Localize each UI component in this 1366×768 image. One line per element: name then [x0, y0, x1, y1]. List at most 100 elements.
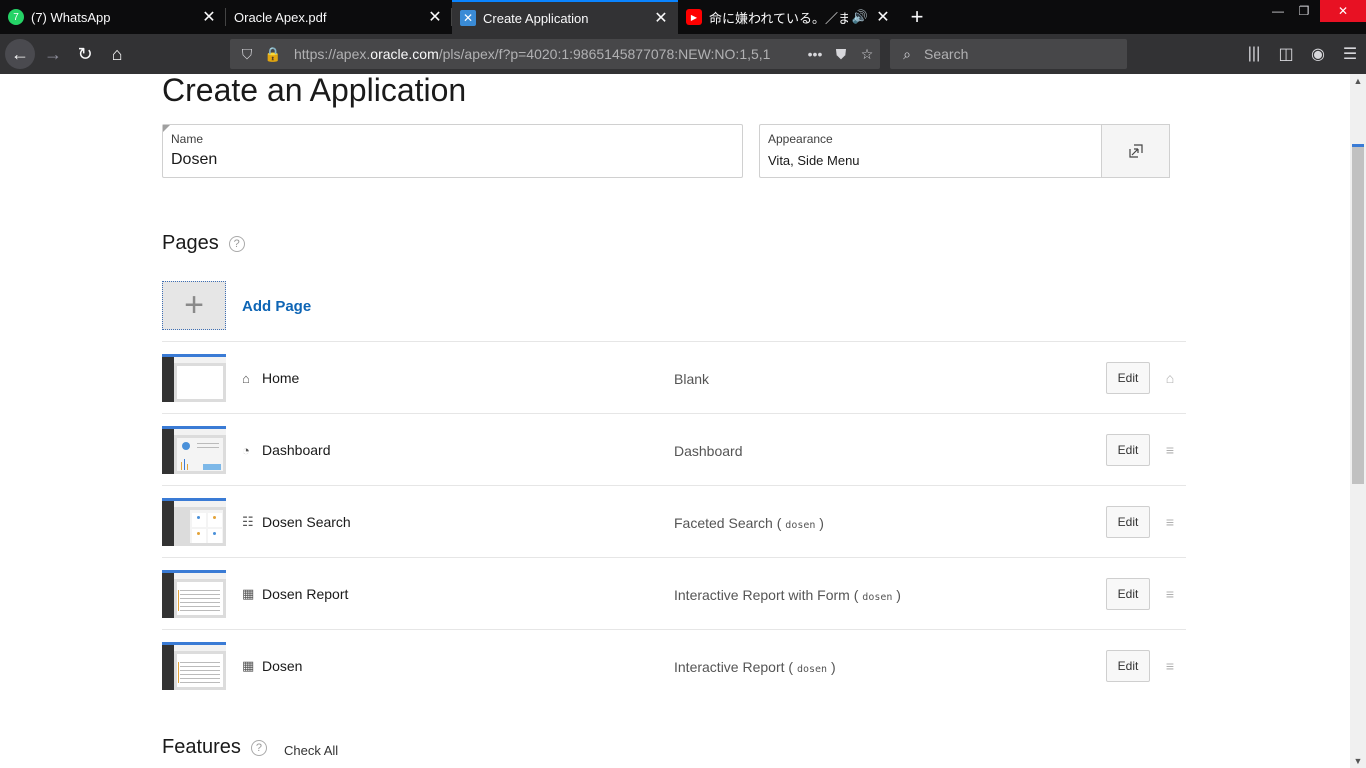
- scrollbar-thumb[interactable]: [1352, 144, 1364, 484]
- shield-icon[interactable]: ⛉: [234, 46, 260, 63]
- vertical-scrollbar[interactable]: ▲ ▼: [1350, 74, 1366, 768]
- page-type: Dashboard: [674, 443, 743, 459]
- appearance-field[interactable]: Appearance Vita, Side Menu: [759, 124, 1102, 178]
- report-form-thumbnail: [162, 570, 226, 618]
- page-type: Blank: [674, 371, 709, 387]
- dashboard-thumbnail: [162, 426, 226, 474]
- tab-create-application[interactable]: ✕ Create Application ✕: [452, 0, 678, 34]
- page-name-text: Dosen Search: [262, 514, 351, 530]
- table-icon: ▦: [242, 658, 255, 673]
- page-row-name: ▦ Dosen: [242, 658, 302, 674]
- scroll-up-icon[interactable]: ▲: [1350, 74, 1366, 88]
- edit-button[interactable]: Edit: [1106, 362, 1150, 394]
- tab-whatsapp[interactable]: 7 (7) WhatsApp ✕: [0, 0, 226, 34]
- restore-button[interactable]: ❐: [1290, 0, 1318, 22]
- drag-handle-icon[interactable]: ≡: [1160, 586, 1180, 602]
- features-heading: Features?: [162, 736, 267, 759]
- page-row-name: ▦ Dosen Report: [242, 586, 348, 602]
- drag-handle-icon[interactable]: ≡: [1160, 514, 1180, 530]
- address-bar[interactable]: ⛉ 🔒 https://apex.oracle.com/pls/apex/f?p…: [230, 39, 880, 69]
- pocket-icon[interactable]: ⛊: [828, 46, 854, 63]
- drag-handle-icon[interactable]: ≡: [1160, 658, 1180, 674]
- minimize-button[interactable]: —: [1264, 0, 1292, 22]
- table-icon: ▦: [242, 586, 255, 601]
- navigation-toolbar: ← → ↻ ⌂ ⛉ 🔒 https://apex.oracle.com/pls/…: [0, 34, 1366, 74]
- search-placeholder: Search: [924, 46, 969, 62]
- pages-heading-text: Pages: [162, 232, 219, 254]
- page-type: Interactive Report ( dosen ): [674, 659, 836, 675]
- account-icon[interactable]: ◉: [1302, 44, 1334, 64]
- add-page-link[interactable]: Add Page: [242, 298, 311, 315]
- name-field[interactable]: Name Dosen: [162, 124, 743, 178]
- page-row-name: ◔ Dashboard: [242, 442, 331, 458]
- sidebar-icon[interactable]: ◫: [1270, 44, 1302, 64]
- url-path: /pls/apex/f?p=4020:1:9865145877078:NEW:N…: [438, 46, 771, 62]
- page-name-text: Dosen Report: [262, 586, 349, 602]
- window-close-button[interactable]: ✕: [1320, 0, 1366, 22]
- tab-oracle-pdf[interactable]: Oracle Apex.pdf ✕: [226, 0, 452, 34]
- page-row-name: ☷ Dosen Search: [242, 514, 351, 530]
- page-name-text: Dashboard: [262, 442, 331, 458]
- page-row: ◔ Dashboard Dashboard Edit ≡: [162, 413, 1186, 485]
- page-type-text: Blank: [674, 371, 710, 387]
- page-actions-icon[interactable]: •••: [802, 46, 828, 62]
- forward-button[interactable]: →: [37, 38, 69, 70]
- youtube-icon: ▶: [686, 9, 702, 25]
- bookmark-star-icon[interactable]: ☆: [854, 46, 880, 63]
- check-all-link[interactable]: Check All: [284, 743, 338, 758]
- drag-handle-icon[interactable]: ≡: [1160, 442, 1180, 458]
- tab-title: 命に嫌われている。／まふ: [709, 10, 848, 26]
- new-tab-button[interactable]: +: [900, 0, 934, 34]
- faceted-search-thumbnail: [162, 498, 226, 546]
- pages-heading: Pages?: [162, 232, 245, 255]
- dashboard-icon: ◔: [242, 442, 250, 458]
- help-icon[interactable]: ?: [228, 235, 245, 252]
- name-input[interactable]: Dosen: [171, 151, 734, 169]
- apex-icon: ✕: [460, 10, 476, 26]
- close-tab-icon[interactable]: ✕: [652, 8, 670, 28]
- edit-button[interactable]: Edit: [1106, 434, 1150, 466]
- page-source-table: dosen: [785, 520, 816, 531]
- home-button[interactable]: ⌂: [101, 38, 133, 70]
- page-type-text: Dashboard: [674, 443, 743, 459]
- features-heading-text: Features: [162, 736, 241, 758]
- speaker-icon[interactable]: 🔊: [852, 9, 868, 25]
- appearance-value: Vita, Side Menu: [768, 153, 860, 168]
- lock-icon[interactable]: 🔒: [260, 46, 286, 63]
- close-tab-icon[interactable]: ✕: [874, 7, 892, 27]
- page-row: ▦ Dosen Report Interactive Report with F…: [162, 557, 1186, 629]
- menu-icon[interactable]: ☰: [1334, 44, 1366, 64]
- library-icon[interactable]: |||: [1238, 45, 1270, 63]
- page-type-text: Interactive Report: [674, 659, 785, 675]
- appearance-label: Appearance: [768, 132, 833, 146]
- appearance-settings-button[interactable]: [1101, 124, 1170, 178]
- edit-button[interactable]: Edit: [1106, 506, 1150, 538]
- name-label: Name: [171, 132, 204, 146]
- tab-title: Create Application: [483, 10, 589, 26]
- tab-youtube[interactable]: ▶ 命に嫌われている。／まふ 🔊 ✕: [678, 0, 900, 34]
- page-title: Create an Application: [162, 74, 467, 108]
- page-type-text: Faceted Search: [674, 515, 773, 531]
- edit-button[interactable]: Edit: [1106, 578, 1150, 610]
- edit-button[interactable]: Edit: [1106, 650, 1150, 682]
- page-type-text: Interactive Report with Form: [674, 587, 850, 603]
- close-tab-icon[interactable]: ✕: [200, 7, 218, 27]
- reload-button[interactable]: ↻: [69, 38, 101, 70]
- url-text[interactable]: https://apex.oracle.com/pls/apex/f?p=402…: [294, 46, 802, 62]
- page-source-table: dosen: [796, 664, 828, 675]
- external-link-icon: [1128, 144, 1143, 158]
- page-type: Faceted Search ( dosen ): [674, 515, 824, 531]
- page-row: ▦ Dosen Interactive Report ( dosen ) Edi…: [162, 629, 1186, 701]
- close-tab-icon[interactable]: ✕: [426, 7, 444, 27]
- search-box[interactable]: ⌕ Search: [890, 39, 1127, 69]
- back-button[interactable]: ←: [5, 39, 35, 69]
- help-icon[interactable]: ?: [250, 739, 267, 756]
- faceted-search-icon: ☷: [242, 514, 254, 529]
- scroll-down-icon[interactable]: ▼: [1350, 754, 1366, 768]
- page-name-text: Home: [262, 370, 300, 386]
- page-content: Create an Application Name Dosen Appeara…: [0, 74, 1350, 768]
- tab-strip: 7 (7) WhatsApp ✕ Oracle Apex.pdf ✕ ✕ Cre…: [0, 0, 1366, 34]
- page-name-text: Dosen: [262, 658, 303, 674]
- page-row: ☷ Dosen Search Faceted Search ( dosen ) …: [162, 485, 1186, 557]
- add-page-plus-icon[interactable]: +: [162, 281, 226, 330]
